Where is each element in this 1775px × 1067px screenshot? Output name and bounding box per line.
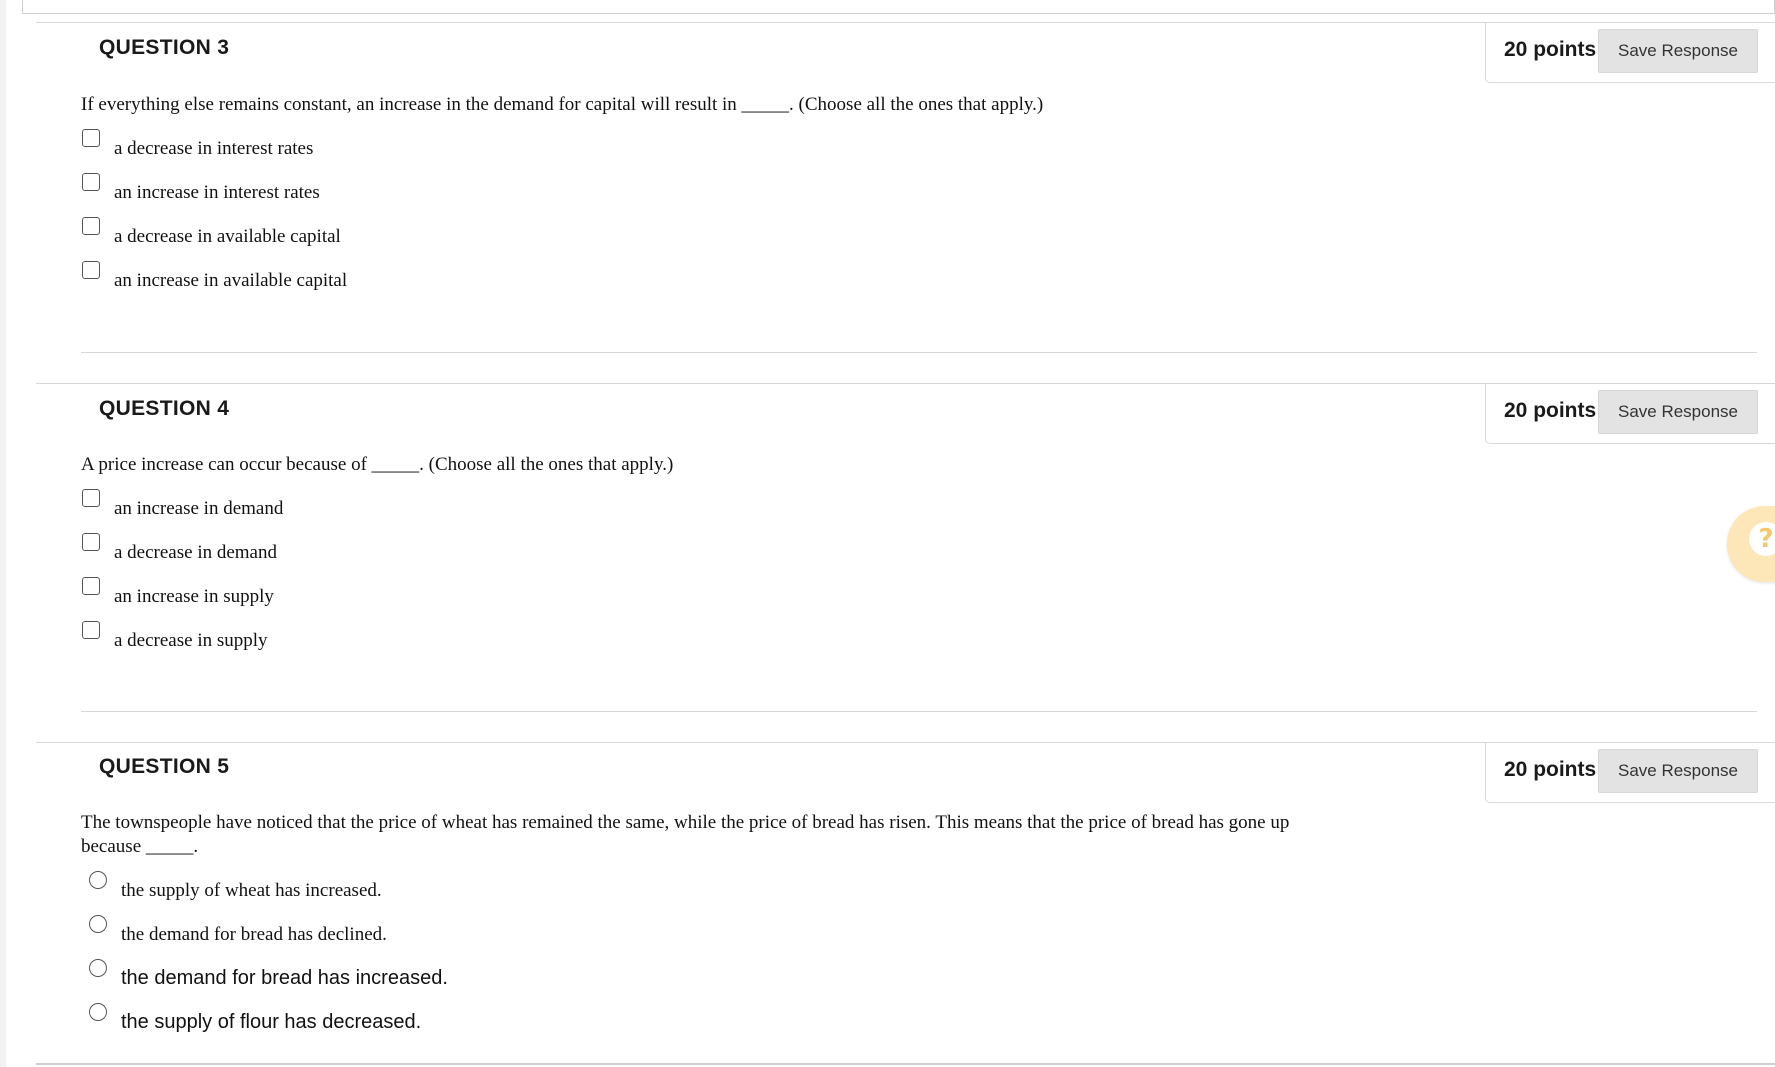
option-label[interactable]: an increase in demand	[114, 498, 283, 520]
answer-option[interactable]: an increase in available capital	[82, 261, 347, 292]
question-divider	[81, 352, 1757, 353]
radio-button[interactable]	[89, 871, 107, 889]
option-label[interactable]: an increase in supply	[114, 586, 274, 608]
checkbox[interactable]	[82, 261, 100, 279]
question-text: A price increase can occur because of __…	[81, 454, 674, 475]
radio-button[interactable]	[89, 1003, 107, 1021]
option-label[interactable]: an increase in interest rates	[114, 182, 320, 204]
option-label[interactable]: a decrease in interest rates	[114, 138, 313, 160]
points-value: 20 points	[1504, 38, 1597, 61]
save-response-button[interactable]: Save Response	[1598, 749, 1758, 793]
question-title: QUESTION 3	[99, 36, 230, 59]
previous-question-box-bottom	[22, 0, 1775, 14]
question-text: If everything else remains constant, an …	[81, 94, 1044, 115]
points-panel: 20 points Save Response	[1485, 743, 1775, 803]
radio-button[interactable]	[89, 915, 107, 933]
question-text-line-2: because _____.	[81, 836, 199, 857]
answer-option[interactable]: an increase in supply	[82, 577, 274, 608]
checkbox[interactable]	[82, 129, 100, 147]
option-label[interactable]: a decrease in available capital	[114, 226, 341, 248]
answer-option[interactable]: an increase in demand	[82, 489, 283, 520]
answer-option[interactable]: a decrease in interest rates	[82, 129, 313, 160]
question-mark-icon: ?	[1749, 522, 1775, 556]
points-value: 20 points	[1504, 399, 1597, 422]
checkbox[interactable]	[82, 217, 100, 235]
points-value: 20 points	[1504, 758, 1597, 781]
option-label[interactable]: the supply of wheat has increased.	[121, 880, 382, 902]
option-label[interactable]: a decrease in supply	[114, 630, 268, 652]
save-response-button[interactable]: Save Response	[1598, 29, 1758, 73]
points-panel: 20 points Save Response	[1485, 23, 1775, 83]
option-label[interactable]: a decrease in demand	[114, 542, 277, 564]
section-bottom-border	[36, 1063, 1775, 1065]
points-panel: 20 points Save Response	[1485, 384, 1775, 444]
checkbox[interactable]	[82, 489, 100, 507]
question-4: QUESTION 4 20 points Save Response A pri…	[36, 383, 1775, 713]
option-label[interactable]: the demand for bread has increased.	[121, 967, 448, 990]
answer-option[interactable]: a decrease in available capital	[82, 217, 341, 248]
answer-option[interactable]: the demand for bread has increased.	[89, 959, 448, 990]
radio-button[interactable]	[89, 959, 107, 977]
checkbox[interactable]	[82, 533, 100, 551]
question-divider	[81, 711, 1757, 712]
question-title: QUESTION 4	[99, 397, 230, 420]
option-label[interactable]: the supply of flour has decreased.	[121, 1011, 421, 1034]
answer-option[interactable]: the supply of flour has decreased.	[89, 1003, 421, 1034]
option-label[interactable]: an increase in available capital	[114, 270, 347, 292]
question-3: QUESTION 3 20 points Save Response If ev…	[36, 22, 1775, 382]
answer-option[interactable]: a decrease in demand	[82, 533, 277, 564]
checkbox[interactable]	[82, 621, 100, 639]
question-title: QUESTION 5	[99, 755, 230, 778]
checkbox[interactable]	[82, 577, 100, 595]
answer-option[interactable]: an increase in interest rates	[82, 173, 320, 204]
answer-option[interactable]: a decrease in supply	[82, 621, 268, 652]
answer-option[interactable]: the demand for bread has declined.	[89, 915, 387, 946]
checkbox[interactable]	[82, 173, 100, 191]
save-response-button[interactable]: Save Response	[1598, 390, 1758, 434]
left-rail	[0, 0, 6, 1067]
option-label[interactable]: the demand for bread has declined.	[121, 924, 387, 946]
question-text-line-1: The townspeople have noticed that the pr…	[81, 812, 1290, 833]
question-5: QUESTION 5 20 points Save Response The t…	[36, 742, 1775, 1062]
answer-option[interactable]: the supply of wheat has increased.	[89, 871, 382, 902]
